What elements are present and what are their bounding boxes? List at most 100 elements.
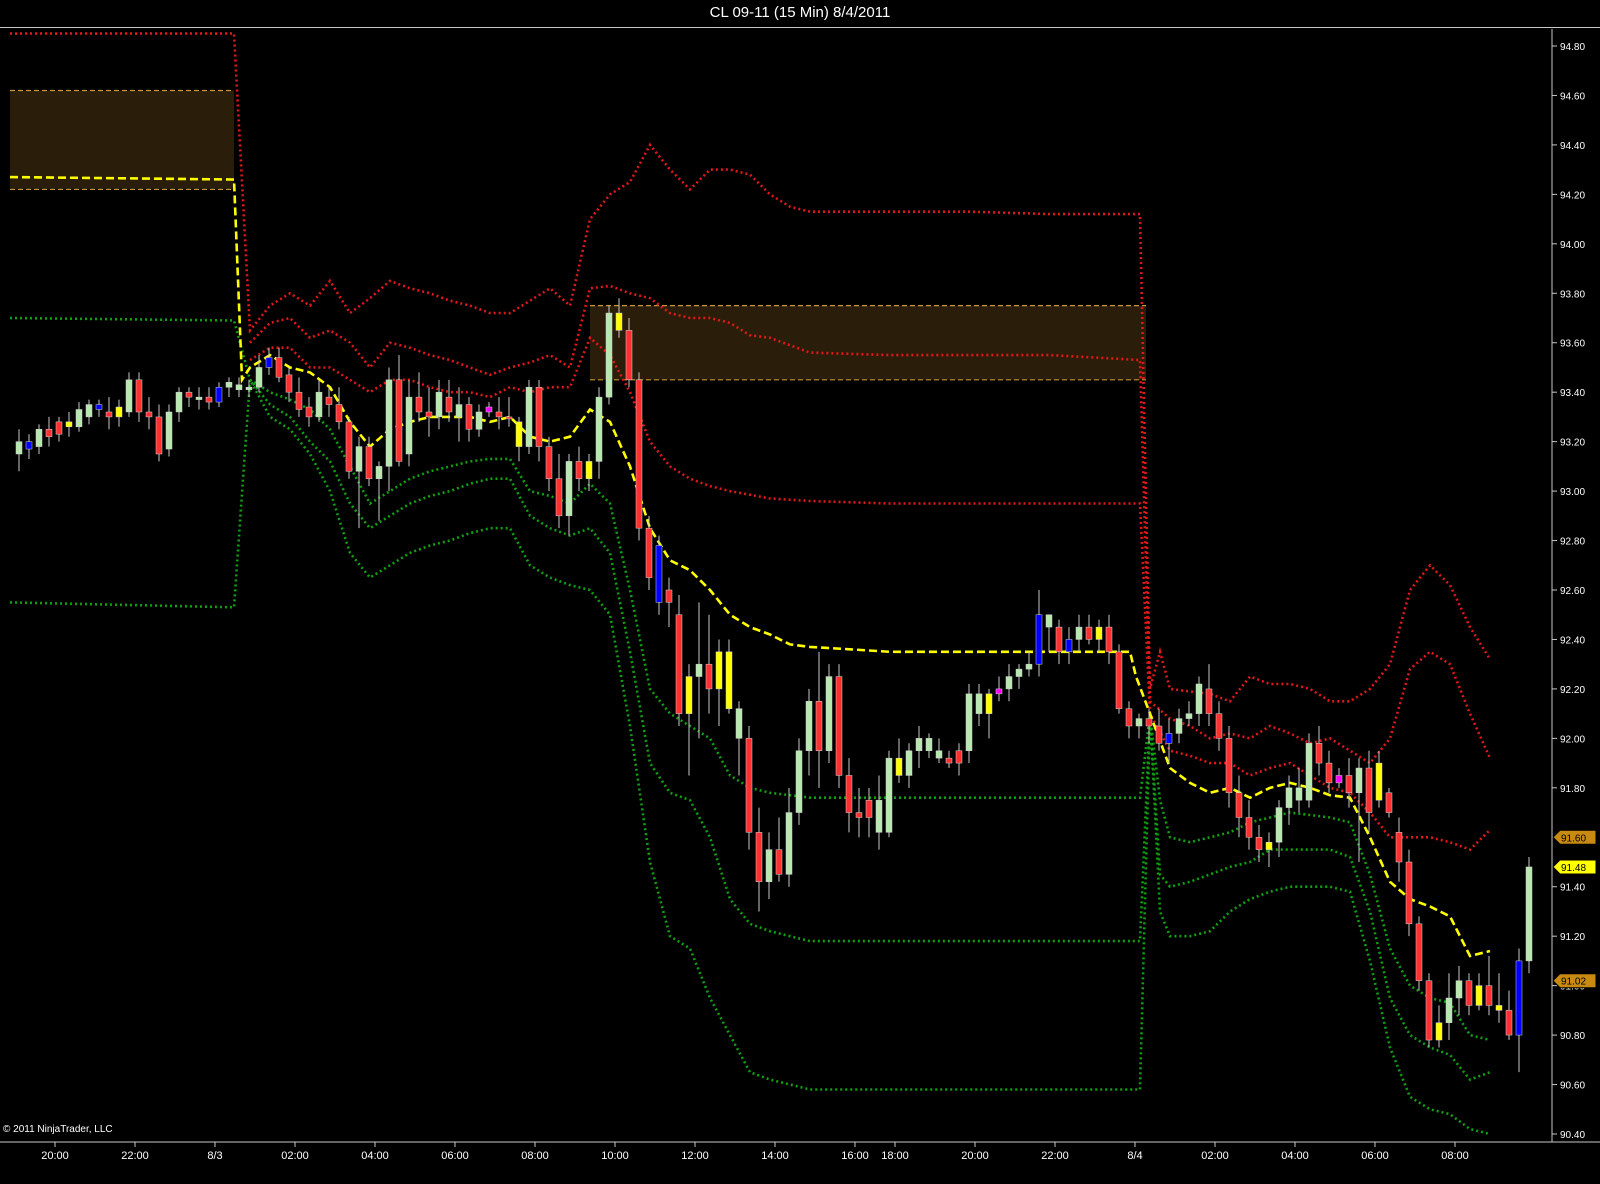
candle-71 [725, 651, 733, 709]
candle-22 [235, 384, 243, 390]
candle-89 [905, 750, 913, 776]
candle-105 [1065, 639, 1073, 653]
candle-33 [345, 421, 353, 472]
y-tick-label-1: 94.60 [1560, 91, 1585, 102]
candle-123 [1245, 817, 1253, 838]
candle-79 [805, 701, 813, 751]
candle-143 [1445, 997, 1453, 1023]
candle-59 [605, 312, 613, 398]
x-tick-label-9: 14:00 [761, 1150, 789, 1162]
value-areas [10, 89, 1146, 381]
candle-129 [1305, 743, 1313, 801]
x-tick-label-14: 8/4 [1127, 1150, 1142, 1162]
candle-128 [1295, 787, 1303, 801]
candle-77 [785, 812, 793, 875]
y-tick-label-20: 90.80 [1560, 1031, 1585, 1042]
x-tick-label-18: 08:00 [1441, 1150, 1469, 1162]
x-tick-label-10: 16:00 [841, 1150, 869, 1162]
candle-120 [1215, 713, 1223, 739]
candle-8 [95, 404, 103, 410]
candle-110 [1115, 651, 1123, 709]
candle-17 [185, 391, 193, 398]
y-tick-label-10: 92.80 [1560, 537, 1585, 548]
candle-86 [875, 799, 883, 833]
x-tick-label-1: 22:00 [121, 1150, 149, 1162]
candle-116 [1175, 718, 1183, 734]
candle-62 [635, 379, 643, 529]
y-tick-label-13: 92.20 [1560, 685, 1585, 696]
candle-7 [85, 404, 93, 418]
x-tick-label-8: 12:00 [681, 1150, 709, 1162]
candle-132 [1335, 775, 1343, 784]
candle-21 [225, 382, 233, 388]
candle-119 [1205, 688, 1213, 714]
x-tick-label-6: 08:00 [521, 1150, 549, 1162]
candle-138 [1395, 832, 1403, 863]
candle-125 [1265, 841, 1273, 850]
candle-142 [1435, 1022, 1443, 1041]
candle-13 [145, 411, 153, 418]
candle-67 [685, 676, 693, 714]
candle-131 [1325, 762, 1333, 784]
y-tick-label-12: 92.40 [1560, 635, 1585, 646]
candle-83 [845, 775, 853, 813]
candle-68 [695, 663, 703, 677]
candle-107 [1085, 626, 1093, 640]
candle-133 [1345, 775, 1353, 794]
candle-70 [715, 651, 723, 690]
x-tick-label-11: 18:00 [881, 1150, 909, 1162]
y-tick-label-6: 93.60 [1560, 339, 1585, 350]
y-tick-label-3: 94.20 [1560, 190, 1585, 201]
value-area-1 [590, 305, 1146, 380]
candle-122 [1235, 792, 1243, 818]
candle-38 [395, 379, 403, 462]
x-tick-label-4: 04:00 [361, 1150, 389, 1162]
candle-48 [495, 411, 503, 418]
candle-146 [1475, 985, 1483, 1006]
candle-27 [285, 374, 293, 393]
price-marker-label-0: 91.60 [1561, 833, 1586, 844]
candle-93 [945, 757, 953, 764]
candle-144 [1455, 980, 1463, 999]
y-tick-label-21: 90.60 [1560, 1081, 1585, 1092]
candle-141 [1425, 980, 1433, 1041]
candle-148 [1495, 1005, 1503, 1011]
candle-14 [155, 416, 163, 455]
x-tick-label-3: 02:00 [281, 1150, 309, 1162]
candle-87 [885, 757, 893, 833]
candle-6 [75, 409, 83, 428]
candle-9 [105, 411, 113, 418]
candle-140 [1415, 923, 1423, 981]
y-tick-label-7: 93.40 [1560, 388, 1585, 399]
candle-85 [865, 799, 873, 818]
candle-102 [1035, 614, 1043, 665]
candle-46 [475, 411, 483, 430]
candle-60 [615, 312, 623, 331]
candle-5 [65, 421, 73, 428]
candle-92 [935, 750, 943, 759]
candle-2 [35, 429, 43, 447]
candle-81 [825, 676, 833, 751]
x-tick-label-17: 06:00 [1361, 1150, 1389, 1162]
price-chart[interactable]: 94.80 94.60 94.40 94.20 94.00 93.80 93.60 93.40… [0, 0, 1600, 1184]
candle-84 [855, 812, 863, 818]
candle-82 [835, 676, 843, 776]
band-lower1 [9, 316, 1491, 1042]
x-tick-label-0: 20:00 [41, 1150, 69, 1162]
candle-57 [585, 461, 593, 479]
candle-41 [425, 411, 433, 418]
candle-64 [655, 545, 663, 603]
price-marker-label-1: 91.48 [1561, 863, 1586, 874]
candlesticks [15, 298, 1533, 1073]
y-tick-label-4: 94.00 [1560, 240, 1585, 251]
candle-42 [435, 391, 443, 418]
candle-45 [465, 404, 473, 430]
x-tick-label-7: 10:00 [601, 1150, 629, 1162]
candle-15 [165, 411, 173, 450]
candle-139 [1405, 861, 1413, 925]
candle-147 [1485, 985, 1493, 1006]
candle-100 [1015, 668, 1023, 677]
candle-61 [625, 330, 633, 381]
candle-25 [265, 357, 273, 368]
candle-44 [455, 404, 463, 418]
